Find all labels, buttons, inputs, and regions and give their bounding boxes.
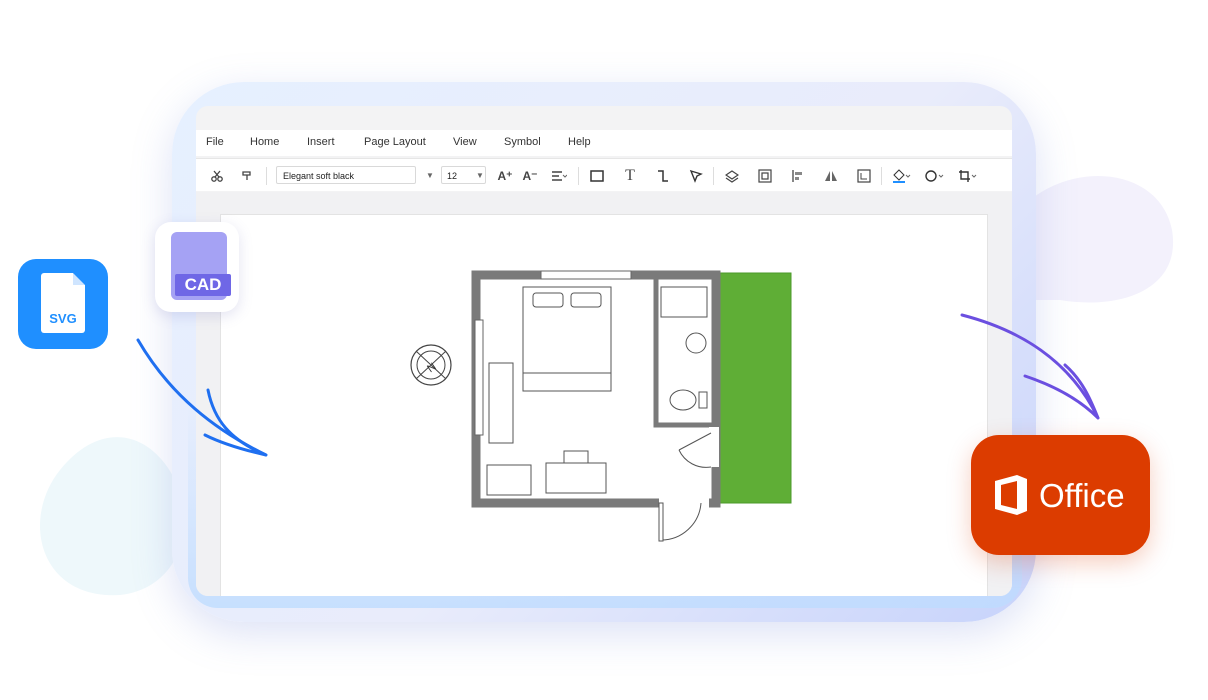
toolbar: Elegant soft black ▼ 12 ▼ A⁺ A⁻ T — [196, 158, 1012, 191]
menu-help[interactable]: Help — [568, 136, 591, 148]
app-window: File Home Insert Page Layout View Symbol… — [196, 106, 1012, 596]
font-name-select[interactable]: Elegant soft black — [276, 166, 416, 184]
separator — [713, 167, 714, 185]
format-painter-icon[interactable] — [236, 165, 258, 187]
frame-icon[interactable] — [853, 165, 875, 187]
compass-icon: N — [410, 344, 452, 386]
chevron-down-icon[interactable]: ▼ — [426, 171, 434, 180]
menu-insert[interactable]: Insert — [307, 136, 335, 148]
menu-bar: File Home Insert Page Layout View Symbol… — [196, 130, 1012, 156]
floor-plan[interactable]: N — [221, 215, 987, 596]
group-icon[interactable] — [754, 165, 776, 187]
grass-area — [716, 273, 791, 503]
cad-file-badge: CAD — [155, 222, 239, 312]
menu-file[interactable]: File — [206, 136, 224, 148]
office-badge: Office — [971, 435, 1150, 555]
font-grow-icon[interactable]: A⁺ — [494, 165, 516, 187]
separator — [881, 167, 882, 185]
text-icon[interactable]: T — [619, 165, 641, 187]
menu-page-layout[interactable]: Page Layout — [364, 136, 426, 148]
align-icon[interactable] — [548, 165, 570, 187]
connector-icon[interactable] — [652, 165, 674, 187]
menu-home[interactable]: Home — [250, 136, 279, 148]
menu-symbol[interactable]: Symbol — [504, 136, 541, 148]
fill-color-icon[interactable] — [891, 165, 913, 187]
pointer-icon[interactable] — [685, 165, 707, 187]
office-logo-icon — [995, 475, 1027, 515]
cad-file-icon: CAD — [171, 232, 231, 300]
rectangle-icon[interactable] — [586, 165, 608, 187]
cut-icon[interactable] — [206, 165, 228, 187]
layers-icon[interactable] — [721, 165, 743, 187]
align-left-icon[interactable] — [787, 165, 809, 187]
separator — [578, 167, 579, 185]
cad-label: CAD — [175, 274, 231, 296]
font-shrink-icon[interactable]: A⁻ — [519, 165, 541, 187]
separator — [266, 167, 267, 185]
office-label: Office — [1039, 477, 1125, 514]
crop-icon[interactable] — [957, 165, 979, 187]
svg-file-badge: SVG — [18, 259, 108, 349]
drawing-page[interactable]: N — [220, 214, 988, 596]
chevron-down-icon[interactable]: ▼ — [476, 171, 484, 180]
line-color-icon[interactable] — [924, 165, 946, 187]
svg-file-icon: SVG — [41, 273, 85, 333]
flip-icon[interactable] — [820, 165, 842, 187]
menu-view[interactable]: View — [453, 136, 477, 148]
svg-label: SVG — [49, 311, 77, 326]
